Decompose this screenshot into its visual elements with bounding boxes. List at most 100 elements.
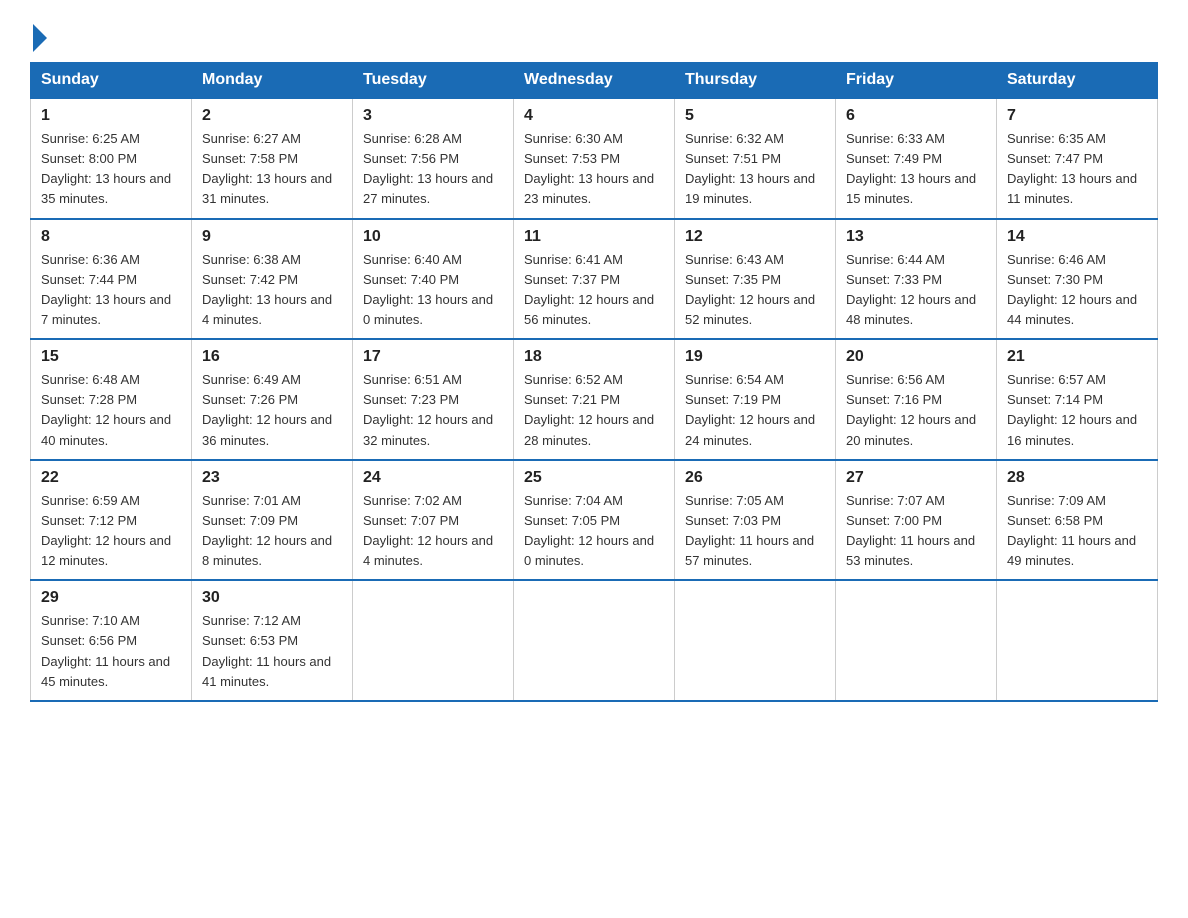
calendar-cell: 28 Sunrise: 7:09 AM Sunset: 6:58 PM Dayl…	[997, 460, 1158, 581]
week-row-5: 29 Sunrise: 7:10 AM Sunset: 6:56 PM Dayl…	[31, 580, 1158, 701]
calendar-cell: 3 Sunrise: 6:28 AM Sunset: 7:56 PM Dayli…	[353, 98, 514, 219]
col-header-thursday: Thursday	[675, 63, 836, 99]
day-info: Sunrise: 6:33 AM Sunset: 7:49 PM Dayligh…	[846, 129, 986, 210]
calendar-table: SundayMondayTuesdayWednesdayThursdayFrid…	[30, 62, 1158, 702]
calendar-cell: 4 Sunrise: 6:30 AM Sunset: 7:53 PM Dayli…	[514, 98, 675, 219]
calendar-cell	[836, 580, 997, 701]
calendar-cell	[514, 580, 675, 701]
calendar-cell: 7 Sunrise: 6:35 AM Sunset: 7:47 PM Dayli…	[997, 98, 1158, 219]
calendar-cell: 8 Sunrise: 6:36 AM Sunset: 7:44 PM Dayli…	[31, 219, 192, 340]
day-number: 17	[363, 348, 503, 366]
day-number: 1	[41, 107, 181, 125]
col-header-saturday: Saturday	[997, 63, 1158, 99]
calendar-cell: 10 Sunrise: 6:40 AM Sunset: 7:40 PM Dayl…	[353, 219, 514, 340]
day-info: Sunrise: 7:12 AM Sunset: 6:53 PM Dayligh…	[202, 611, 342, 692]
calendar-cell: 6 Sunrise: 6:33 AM Sunset: 7:49 PM Dayli…	[836, 98, 997, 219]
day-info: Sunrise: 6:57 AM Sunset: 7:14 PM Dayligh…	[1007, 370, 1147, 451]
day-info: Sunrise: 6:48 AM Sunset: 7:28 PM Dayligh…	[41, 370, 181, 451]
day-number: 19	[685, 348, 825, 366]
day-number: 25	[524, 469, 664, 487]
day-info: Sunrise: 6:41 AM Sunset: 7:37 PM Dayligh…	[524, 250, 664, 331]
day-number: 28	[1007, 469, 1147, 487]
day-number: 3	[363, 107, 503, 125]
day-info: Sunrise: 6:40 AM Sunset: 7:40 PM Dayligh…	[363, 250, 503, 331]
day-info: Sunrise: 7:07 AM Sunset: 7:00 PM Dayligh…	[846, 491, 986, 572]
calendar-cell	[997, 580, 1158, 701]
day-number: 13	[846, 228, 986, 246]
calendar-cell: 21 Sunrise: 6:57 AM Sunset: 7:14 PM Dayl…	[997, 339, 1158, 460]
day-number: 4	[524, 107, 664, 125]
calendar-cell	[675, 580, 836, 701]
day-info: Sunrise: 6:56 AM Sunset: 7:16 PM Dayligh…	[846, 370, 986, 451]
day-info: Sunrise: 7:05 AM Sunset: 7:03 PM Dayligh…	[685, 491, 825, 572]
calendar-cell: 27 Sunrise: 7:07 AM Sunset: 7:00 PM Dayl…	[836, 460, 997, 581]
day-info: Sunrise: 6:54 AM Sunset: 7:19 PM Dayligh…	[685, 370, 825, 451]
day-info: Sunrise: 7:10 AM Sunset: 6:56 PM Dayligh…	[41, 611, 181, 692]
day-number: 26	[685, 469, 825, 487]
day-number: 27	[846, 469, 986, 487]
day-info: Sunrise: 6:28 AM Sunset: 7:56 PM Dayligh…	[363, 129, 503, 210]
day-number: 11	[524, 228, 664, 246]
day-info: Sunrise: 6:32 AM Sunset: 7:51 PM Dayligh…	[685, 129, 825, 210]
day-number: 5	[685, 107, 825, 125]
calendar-cell: 20 Sunrise: 6:56 AM Sunset: 7:16 PM Dayl…	[836, 339, 997, 460]
calendar-cell: 16 Sunrise: 6:49 AM Sunset: 7:26 PM Dayl…	[192, 339, 353, 460]
week-row-2: 8 Sunrise: 6:36 AM Sunset: 7:44 PM Dayli…	[31, 219, 1158, 340]
col-header-wednesday: Wednesday	[514, 63, 675, 99]
day-info: Sunrise: 7:01 AM Sunset: 7:09 PM Dayligh…	[202, 491, 342, 572]
calendar-cell: 15 Sunrise: 6:48 AM Sunset: 7:28 PM Dayl…	[31, 339, 192, 460]
calendar-cell: 18 Sunrise: 6:52 AM Sunset: 7:21 PM Dayl…	[514, 339, 675, 460]
day-number: 20	[846, 348, 986, 366]
calendar-cell: 5 Sunrise: 6:32 AM Sunset: 7:51 PM Dayli…	[675, 98, 836, 219]
day-info: Sunrise: 6:44 AM Sunset: 7:33 PM Dayligh…	[846, 250, 986, 331]
day-info: Sunrise: 7:09 AM Sunset: 6:58 PM Dayligh…	[1007, 491, 1147, 572]
col-header-tuesday: Tuesday	[353, 63, 514, 99]
day-info: Sunrise: 6:49 AM Sunset: 7:26 PM Dayligh…	[202, 370, 342, 451]
week-row-3: 15 Sunrise: 6:48 AM Sunset: 7:28 PM Dayl…	[31, 339, 1158, 460]
days-of-week-row: SundayMondayTuesdayWednesdayThursdayFrid…	[31, 63, 1158, 99]
calendar-cell: 29 Sunrise: 7:10 AM Sunset: 6:56 PM Dayl…	[31, 580, 192, 701]
day-number: 24	[363, 469, 503, 487]
calendar-cell: 23 Sunrise: 7:01 AM Sunset: 7:09 PM Dayl…	[192, 460, 353, 581]
calendar-cell: 22 Sunrise: 6:59 AM Sunset: 7:12 PM Dayl…	[31, 460, 192, 581]
calendar-cell: 25 Sunrise: 7:04 AM Sunset: 7:05 PM Dayl…	[514, 460, 675, 581]
calendar-cell: 26 Sunrise: 7:05 AM Sunset: 7:03 PM Dayl…	[675, 460, 836, 581]
calendar-cell: 12 Sunrise: 6:43 AM Sunset: 7:35 PM Dayl…	[675, 219, 836, 340]
day-info: Sunrise: 7:04 AM Sunset: 7:05 PM Dayligh…	[524, 491, 664, 572]
day-number: 15	[41, 348, 181, 366]
day-info: Sunrise: 6:52 AM Sunset: 7:21 PM Dayligh…	[524, 370, 664, 451]
calendar-cell: 14 Sunrise: 6:46 AM Sunset: 7:30 PM Dayl…	[997, 219, 1158, 340]
day-info: Sunrise: 6:27 AM Sunset: 7:58 PM Dayligh…	[202, 129, 342, 210]
day-info: Sunrise: 6:38 AM Sunset: 7:42 PM Dayligh…	[202, 250, 342, 331]
day-info: Sunrise: 6:25 AM Sunset: 8:00 PM Dayligh…	[41, 129, 181, 210]
day-number: 10	[363, 228, 503, 246]
day-number: 14	[1007, 228, 1147, 246]
day-number: 21	[1007, 348, 1147, 366]
calendar-cell: 1 Sunrise: 6:25 AM Sunset: 8:00 PM Dayli…	[31, 98, 192, 219]
logo	[30, 20, 47, 52]
col-header-friday: Friday	[836, 63, 997, 99]
calendar-body: 1 Sunrise: 6:25 AM Sunset: 8:00 PM Dayli…	[31, 98, 1158, 701]
day-number: 9	[202, 228, 342, 246]
day-info: Sunrise: 6:59 AM Sunset: 7:12 PM Dayligh…	[41, 491, 181, 572]
calendar-cell: 19 Sunrise: 6:54 AM Sunset: 7:19 PM Dayl…	[675, 339, 836, 460]
week-row-4: 22 Sunrise: 6:59 AM Sunset: 7:12 PM Dayl…	[31, 460, 1158, 581]
col-header-monday: Monday	[192, 63, 353, 99]
logo-arrow-icon	[33, 24, 47, 52]
day-number: 29	[41, 589, 181, 607]
page-header	[30, 20, 1158, 52]
day-number: 30	[202, 589, 342, 607]
calendar-cell: 17 Sunrise: 6:51 AM Sunset: 7:23 PM Dayl…	[353, 339, 514, 460]
day-number: 6	[846, 107, 986, 125]
calendar-cell: 13 Sunrise: 6:44 AM Sunset: 7:33 PM Dayl…	[836, 219, 997, 340]
day-info: Sunrise: 6:30 AM Sunset: 7:53 PM Dayligh…	[524, 129, 664, 210]
col-header-sunday: Sunday	[31, 63, 192, 99]
calendar-cell: 9 Sunrise: 6:38 AM Sunset: 7:42 PM Dayli…	[192, 219, 353, 340]
day-number: 7	[1007, 107, 1147, 125]
day-number: 8	[41, 228, 181, 246]
calendar-cell: 24 Sunrise: 7:02 AM Sunset: 7:07 PM Dayl…	[353, 460, 514, 581]
week-row-1: 1 Sunrise: 6:25 AM Sunset: 8:00 PM Dayli…	[31, 98, 1158, 219]
calendar-cell	[353, 580, 514, 701]
day-info: Sunrise: 6:35 AM Sunset: 7:47 PM Dayligh…	[1007, 129, 1147, 210]
day-info: Sunrise: 7:02 AM Sunset: 7:07 PM Dayligh…	[363, 491, 503, 572]
